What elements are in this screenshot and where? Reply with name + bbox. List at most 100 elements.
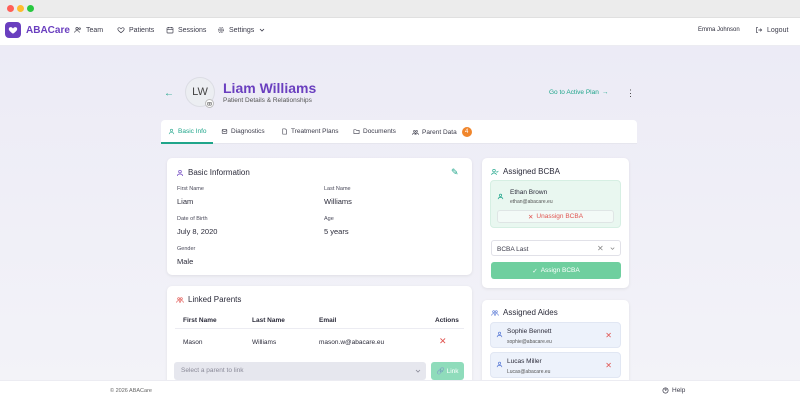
tab-diagnostics[interactable]: Diagnostics [221, 128, 265, 135]
basic-information-card: Basic Information ✎ First Name Liam Last… [167, 158, 472, 275]
close-icon: ✕ [527, 213, 534, 221]
user-icon [168, 128, 175, 135]
gender-value: Male [177, 257, 194, 266]
go-to-active-plan-link[interactable]: Go to Active Plan → [549, 89, 608, 96]
nav-patients[interactable]: Patients [117, 26, 154, 34]
parent-email: mason.w@abacare.eu [319, 339, 385, 346]
linked-parents-header: Linked Parents [176, 295, 241, 304]
last-name-label: Last Name [324, 186, 351, 192]
tab-basic-info-label: Basic Info [178, 128, 207, 135]
aide-email: sophie@abacare.eu [507, 339, 552, 345]
logo-heart-icon[interactable] [5, 22, 21, 38]
back-arrow-icon[interactable]: ← [164, 88, 174, 99]
nav-sessions[interactable]: Sessions [166, 26, 206, 34]
basic-information-header: Basic Information [176, 168, 250, 177]
maximize-window-button[interactable] [27, 5, 34, 12]
dob-label: Date of Birth [177, 216, 208, 222]
nav-team-label: Team [86, 26, 104, 34]
calendar-icon [166, 27, 174, 34]
user-check-icon [491, 168, 499, 175]
aide-email: Lucas@abacare.eu [507, 369, 551, 375]
table-header-divider [175, 328, 464, 329]
parent-select-placeholder: Select a parent to link [181, 367, 244, 374]
file-icon [282, 128, 287, 135]
heart-icon [117, 27, 125, 34]
first-name-label: First Name [177, 186, 204, 192]
footer: © 2026 ABACare Help [0, 380, 800, 399]
patient-name: Liam Williams [223, 80, 317, 96]
aide-name: Sophie Bennett [507, 328, 552, 335]
help-link[interactable]: Help [662, 387, 685, 394]
active-tab-indicator [161, 142, 213, 144]
assign-bcba-label: Assign BCBA [540, 267, 580, 274]
more-options-icon[interactable]: ⋮ [626, 88, 635, 99]
link-parent-button[interactable]: 🔗 Link [431, 362, 464, 380]
parent-select-dropdown[interactable]: Select a parent to link [174, 362, 426, 380]
parents-icon [176, 296, 184, 303]
chevron-down-icon [415, 369, 421, 373]
minimize-window-button[interactable] [17, 5, 24, 12]
app-name[interactable]: ABACare [26, 25, 70, 36]
chevron-down-icon [260, 28, 265, 32]
list-item: Lucas Miller Lucas@abacare.eu ✕ [490, 352, 621, 378]
last-name-value: Williams [324, 197, 352, 206]
users-icon [491, 309, 499, 316]
logout-button[interactable]: Logout [755, 26, 788, 34]
go-to-active-plan-label: Go to Active Plan [549, 89, 599, 96]
tab-bar: Basic Info Diagnostics Treatment Plans D… [161, 120, 637, 144]
column-first-name: First Name [183, 317, 217, 324]
link-icon: 🔗 [436, 368, 445, 375]
copyright: © 2026 ABACare [110, 388, 152, 394]
link-button-label: Link [446, 367, 459, 375]
assigned-bcba-header: Assigned BCBA [491, 167, 560, 176]
age-value: 5 years [324, 227, 349, 236]
tab-parent-data-label: Parent Data [422, 128, 457, 136]
camera-icon[interactable] [205, 99, 214, 108]
column-actions: Actions [435, 317, 459, 324]
tab-treatment-plans-label: Treatment Plans [291, 128, 339, 135]
folder-icon [353, 129, 360, 134]
linked-parents-title: Linked Parents [188, 295, 242, 304]
tab-documents[interactable]: Documents [353, 128, 396, 135]
bcba-select-dropdown[interactable]: BCBA Last ✕ [491, 240, 621, 256]
parent-first-name: Mason [183, 339, 203, 346]
tab-basic-info[interactable]: Basic Info [168, 128, 207, 135]
assigned-aides-header: Assigned Aides [491, 308, 558, 317]
nav-sessions-label: Sessions [178, 26, 207, 34]
remove-parent-x-icon[interactable]: ✕ [439, 336, 447, 347]
age-label: Age [324, 216, 334, 222]
edit-pencil-icon[interactable]: ✎ [451, 167, 459, 178]
assigned-aides-title: Assigned Aides [503, 308, 558, 317]
remove-aide-x-icon[interactable]: ✕ [605, 361, 612, 370]
tab-parent-data[interactable]: Parent Data 4 [412, 127, 472, 137]
logout-label: Logout [767, 26, 789, 34]
main-content: ← LW Liam Williams Patient Details & Rel… [0, 46, 800, 380]
dob-value: July 8, 2020 [177, 227, 218, 236]
arrow-right-icon: → [601, 89, 609, 96]
team-icon [74, 27, 81, 33]
help-circle-icon [662, 387, 669, 394]
clipboard-icon [221, 129, 228, 134]
gender-label: Gender [177, 246, 196, 252]
close-window-button[interactable] [7, 5, 14, 12]
nav-team[interactable]: Team [74, 26, 103, 34]
column-last-name: Last Name [252, 317, 285, 324]
assign-bcba-button[interactable]: ✓ Assign BCBA [491, 262, 621, 279]
first-name-value: Liam [177, 197, 194, 206]
nav-settings[interactable]: Settings [217, 26, 266, 34]
check-icon: ✓ [532, 267, 538, 275]
user-icon [177, 169, 183, 176]
unassign-bcba-button[interactable]: ✕ Unassign BCBA [497, 210, 614, 223]
clear-icon[interactable]: ✕ [597, 244, 604, 253]
current-user-name[interactable]: Emma Johnson [698, 27, 740, 33]
gear-icon [218, 27, 224, 33]
parent-data-badge: 4 [461, 127, 472, 137]
tab-treatment-plans[interactable]: Treatment Plans [281, 128, 338, 135]
column-email: Email [319, 317, 337, 324]
tab-diagnostics-label: Diagnostics [231, 128, 265, 135]
user-icon [497, 193, 504, 200]
assigned-bcba-title: Assigned BCBA [503, 167, 560, 176]
bcba-name: Ethan Brown [510, 189, 548, 196]
remove-aide-x-icon[interactable]: ✕ [605, 331, 612, 340]
avatar-initials: LW [192, 86, 208, 98]
